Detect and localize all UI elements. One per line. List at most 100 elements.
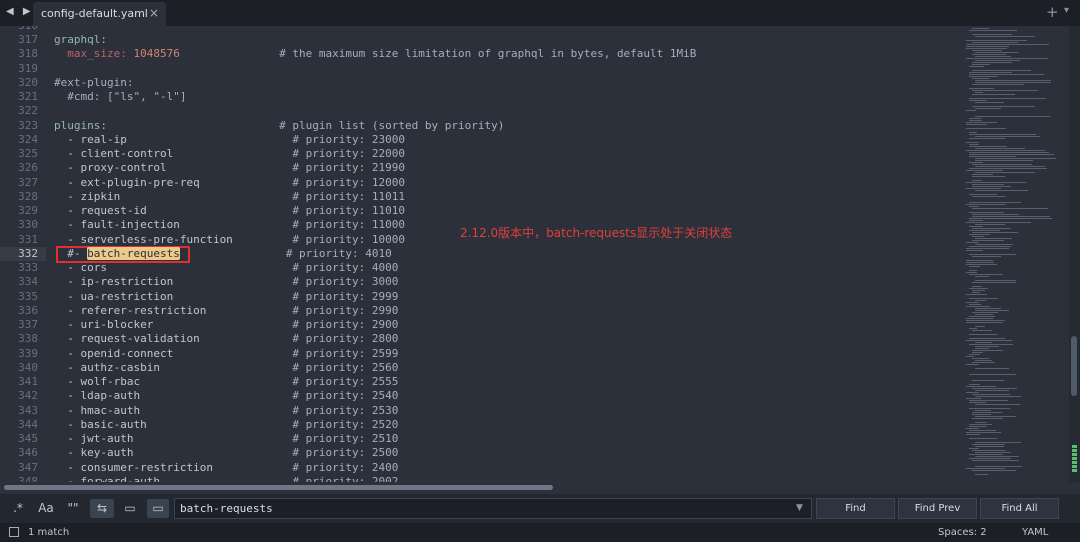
code-line[interactable]: - proxy-control # priority: 21990 bbox=[54, 161, 405, 175]
code-line[interactable]: max_size: 1048576 # the maximum size lim… bbox=[54, 47, 696, 61]
code-editor[interactable]: 316 2.12.0版本中，batch-requests显示处于关闭状态 317… bbox=[0, 26, 964, 482]
code-line[interactable]: - consumer-restriction # priority: 2400 bbox=[54, 461, 398, 475]
status-bar: 1 match Spaces: 2 YAML bbox=[0, 523, 1080, 542]
code-line[interactable]: - request-validation # priority: 2800 bbox=[54, 332, 398, 346]
code-line[interactable]: - zipkin # priority: 11011 bbox=[54, 190, 405, 204]
minimap-line bbox=[966, 188, 1001, 189]
find-panel: .* Aa "" ⇆ ▭ ▭ batch-requests ▼ Find Fin… bbox=[0, 494, 1080, 523]
tab-nav-arrows-icon[interactable]: ◀ ▶ bbox=[6, 6, 34, 17]
code-line[interactable]: - cors # priority: 4000 bbox=[54, 261, 398, 275]
code-line[interactable]: - key-auth # priority: 2500 bbox=[54, 446, 398, 460]
line-number: 341 bbox=[18, 375, 38, 388]
code-line[interactable]: - jwt-auth # priority: 2510 bbox=[54, 432, 398, 446]
minimap-line bbox=[969, 266, 980, 267]
find-all-button[interactable]: Find All bbox=[980, 498, 1059, 519]
code-line[interactable]: - request-id # priority: 11010 bbox=[54, 204, 405, 218]
minimap-line bbox=[975, 160, 1033, 161]
code-line[interactable]: - authz-casbin # priority: 2560 bbox=[54, 361, 398, 375]
minimap-line bbox=[975, 108, 1001, 109]
minimap[interactable] bbox=[964, 26, 1068, 482]
minimap-line bbox=[966, 318, 993, 319]
close-icon[interactable]: × bbox=[149, 6, 159, 20]
find-button[interactable]: Find bbox=[816, 498, 895, 519]
minimap-line bbox=[966, 46, 1009, 47]
wrap-toggle[interactable]: ⇆ bbox=[90, 499, 114, 518]
line-number: 330 bbox=[18, 218, 38, 232]
horizontal-scrollbar[interactable] bbox=[0, 482, 1080, 494]
code-token: 1048576 bbox=[133, 47, 180, 61]
code-token: #- bbox=[54, 246, 88, 260]
code-token: # priority: 2599 bbox=[292, 346, 399, 360]
code-line[interactable]: - fault-injection # priority: 11000 bbox=[54, 218, 405, 232]
find-history-dropdown-icon[interactable]: ▼ bbox=[796, 503, 803, 513]
minimap-line bbox=[975, 410, 991, 411]
line-number: 336 bbox=[18, 303, 38, 317]
minimap-line bbox=[972, 470, 1016, 471]
minimap-line bbox=[975, 166, 1045, 167]
new-tab-icon[interactable]: + bbox=[1046, 3, 1059, 21]
code-line[interactable]: - forward-auth # priority: 2002 bbox=[54, 475, 398, 482]
code-line[interactable]: - referer-restriction # priority: 2990 bbox=[54, 304, 398, 318]
minimap-line bbox=[969, 162, 983, 163]
code-line[interactable]: - basic-auth # priority: 2520 bbox=[54, 418, 398, 432]
vertical-scrollbar-thumb[interactable] bbox=[1071, 336, 1077, 396]
code-line[interactable]: graphql: bbox=[54, 33, 107, 47]
line-number: 346 bbox=[18, 446, 38, 460]
code-line[interactable]: - wolf-rbac # priority: 2555 bbox=[54, 375, 398, 389]
find-input[interactable]: batch-requests bbox=[174, 498, 812, 519]
highlight-matches-toggle[interactable]: ▭ bbox=[147, 499, 169, 518]
code-line[interactable]: - ip-restriction # priority: 3000 bbox=[54, 275, 398, 289]
line-number: 337 bbox=[18, 318, 38, 331]
code-line[interactable]: - ext-plugin-pre-req # priority: 12000 bbox=[54, 176, 405, 190]
line-number: 334 bbox=[18, 275, 38, 289]
code-token: # plugin list (sorted by priority) bbox=[279, 118, 505, 132]
code-line[interactable]: - client-control # priority: 22000 bbox=[54, 147, 405, 161]
in-selection-toggle[interactable]: ▭ bbox=[121, 499, 139, 518]
tab-list-dropdown-icon[interactable]: ▾ bbox=[1064, 5, 1069, 16]
minimap-line bbox=[972, 256, 1001, 257]
code-line[interactable]: - ua-restriction # priority: 2999 bbox=[54, 290, 398, 304]
minimap-line bbox=[975, 348, 989, 349]
minimap-line bbox=[972, 42, 1018, 43]
code-token: - hmac-auth bbox=[54, 403, 293, 417]
vertical-scrollbar[interactable] bbox=[1069, 26, 1080, 482]
minimap-line bbox=[969, 206, 979, 207]
code-line[interactable]: - real-ip # priority: 23000 bbox=[54, 133, 405, 147]
code-line[interactable]: #- batch-requests # priority: 4010 bbox=[54, 246, 392, 261]
code-line[interactable]: - serverless-pre-function # priority: 10… bbox=[54, 233, 405, 247]
syntax-selector[interactable]: YAML bbox=[1022, 527, 1048, 538]
minimap-line bbox=[975, 158, 1056, 159]
minimap-line bbox=[969, 120, 982, 121]
minimap-line bbox=[972, 236, 984, 237]
case-sensitive-toggle[interactable]: Aa bbox=[36, 499, 56, 518]
minimap-line bbox=[972, 174, 993, 175]
minimap-line bbox=[975, 300, 986, 301]
minimap-line bbox=[966, 302, 979, 303]
whole-word-toggle[interactable]: "" bbox=[63, 499, 83, 518]
minimap-line bbox=[975, 390, 1009, 391]
code-line[interactable]: - hmac-auth # priority: 2530 bbox=[54, 404, 398, 418]
code-token: graphql: bbox=[54, 33, 107, 46]
minimap-line bbox=[966, 322, 1003, 323]
minimap-line bbox=[972, 90, 1038, 91]
code-line[interactable]: #cmd: ["ls", "-l"] bbox=[54, 90, 186, 104]
code-line[interactable]: plugins: # plugin list (sorted by priori… bbox=[54, 119, 504, 133]
minimap-line bbox=[966, 434, 980, 435]
minimap-line bbox=[969, 194, 997, 195]
code-line[interactable]: #ext-plugin: bbox=[54, 76, 133, 90]
find-prev-button[interactable]: Find Prev bbox=[898, 498, 977, 519]
code-line[interactable]: - openid-connect # priority: 2599 bbox=[54, 347, 398, 361]
code-line[interactable]: - ldap-auth # priority: 2540 bbox=[54, 389, 398, 403]
panel-toggle-icon[interactable] bbox=[9, 527, 19, 537]
code-token: # priority: 2530 bbox=[292, 403, 399, 417]
indentation-setting[interactable]: Spaces: 2 bbox=[938, 527, 987, 538]
code-token: # priority: 2999 bbox=[292, 289, 399, 303]
line-number: 331 bbox=[18, 232, 38, 246]
horizontal-scrollbar-thumb[interactable] bbox=[4, 485, 553, 490]
regex-toggle[interactable]: .* bbox=[8, 499, 28, 518]
code-line[interactable]: - uri-blocker # priority: 2900 bbox=[54, 318, 398, 332]
minimap-line bbox=[972, 34, 1012, 35]
minimap-line bbox=[975, 308, 1001, 309]
tab-config-default[interactable]: config-default.yaml × bbox=[33, 2, 166, 26]
